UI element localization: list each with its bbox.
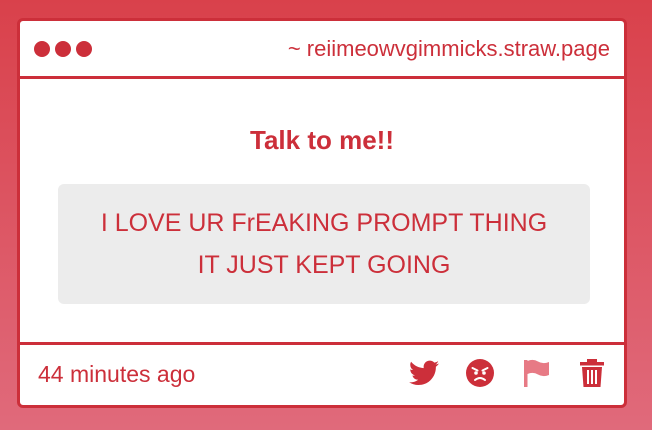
twitter-share-button[interactable] <box>408 357 440 389</box>
window-dot-icon <box>76 41 92 57</box>
window-titlebar: ~ reiimeowvgimmicks.straw.page <box>20 21 624 79</box>
trash-icon <box>580 359 604 387</box>
card-footer: 44 minutes ago <box>20 342 624 405</box>
message-box: I LOVE UR FrEAKING PROMPT THING IT JUST … <box>58 184 590 304</box>
flag-icon <box>524 359 549 387</box>
page-url: ~ reiimeowvgimmicks.straw.page <box>287 36 610 61</box>
message-line: IT JUST KEPT GOING <box>197 251 451 279</box>
page-title: Talk to me!! <box>250 125 394 155</box>
window-dot-icon <box>34 41 50 57</box>
report-button[interactable] <box>520 357 552 389</box>
twitter-icon <box>409 360 439 385</box>
angry-face-icon <box>466 359 494 387</box>
delete-button[interactable] <box>576 357 608 389</box>
action-bar <box>408 357 608 389</box>
message-text: I LOVE UR FrEAKING PROMPT THING IT JUST … <box>101 202 547 286</box>
message-line: I LOVE UR FrEAKING PROMPT THING <box>100 209 548 237</box>
timestamp: 44 minutes ago <box>38 361 196 387</box>
window-dot-icon <box>55 41 71 57</box>
react-angry-button[interactable] <box>464 357 496 389</box>
window-dots <box>34 41 92 57</box>
message-card: ~ reiimeowvgimmicks.straw.page Talk to m… <box>17 18 627 408</box>
